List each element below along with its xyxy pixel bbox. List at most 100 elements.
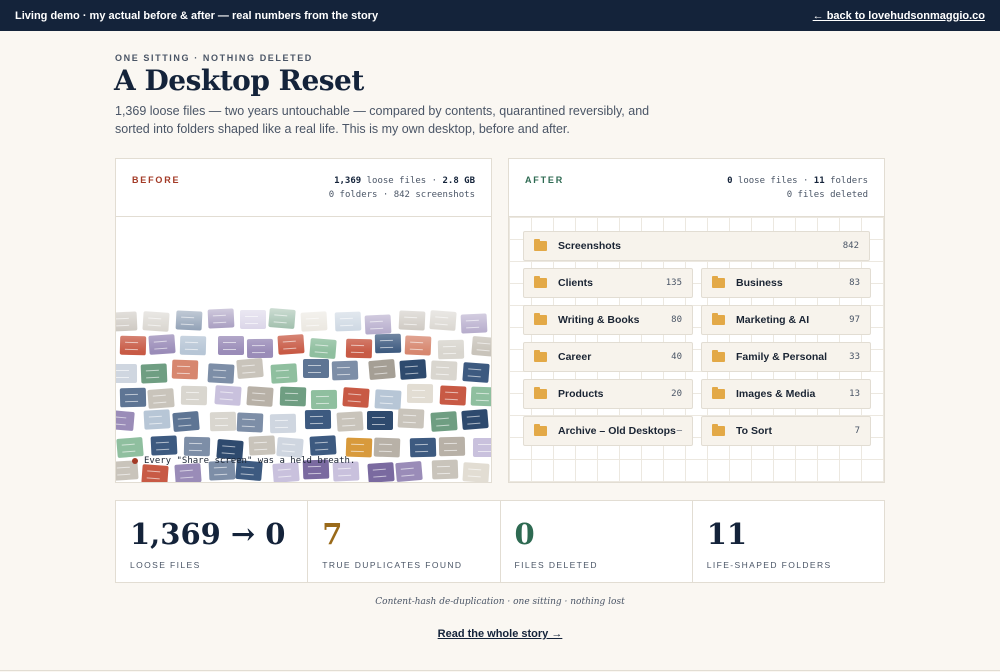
folder-item[interactable]: Family & Personal 33 xyxy=(701,342,871,372)
file-thumbnail xyxy=(439,385,467,406)
folder-count: 33 xyxy=(849,352,860,362)
folder-count: 40 xyxy=(671,352,682,362)
stat-cell: 7 TRUE DUPLICATES FOUND xyxy=(308,501,501,582)
stat-value: 1,369 → 0 xyxy=(130,517,286,551)
folder-name: Business xyxy=(736,277,783,289)
after-panel: AFTER 0 loose files · 11 folders 0 files… xyxy=(508,158,885,483)
file-thumbnail xyxy=(276,436,304,459)
folder-name: Marketing & AI xyxy=(736,314,810,326)
folder-item[interactable]: Products 20 xyxy=(523,379,693,409)
file-thumbnail xyxy=(174,463,202,482)
file-pile xyxy=(116,217,491,482)
file-thumbnail xyxy=(406,383,434,404)
after-file-count: 0 xyxy=(727,176,733,186)
folder-icon xyxy=(534,424,547,436)
stat-cell: 0 FILES DELETED xyxy=(501,501,693,582)
file-thumbnail xyxy=(119,387,147,408)
story-link-wrap: Read the whole story → xyxy=(0,628,1000,640)
folder-name: To Sort xyxy=(736,425,772,437)
folder-icon xyxy=(534,239,547,251)
folder-item[interactable]: Marketing & AI 97 xyxy=(701,305,871,335)
folder-icon xyxy=(534,350,547,362)
folder-name: Family & Personal xyxy=(736,351,828,363)
after-label: AFTER xyxy=(525,175,564,185)
file-thumbnail xyxy=(147,388,175,409)
folder-count: 80 xyxy=(671,315,682,325)
folder-item[interactable]: Screenshots 842 xyxy=(523,231,870,261)
file-thumbnail xyxy=(302,358,330,379)
stat-cell: 11 LIFE-SHAPED FOLDERS xyxy=(693,501,884,582)
file-thumbnail xyxy=(183,436,211,457)
file-thumbnail xyxy=(172,410,200,433)
file-thumbnail xyxy=(438,436,466,457)
stat-value: 0 xyxy=(514,517,535,551)
folder-count: 13 xyxy=(849,389,860,399)
after-stat-line2: 0 files deleted xyxy=(786,190,868,200)
before-stat-line2: 0 folders · 842 screenshots xyxy=(328,190,475,200)
stat-cell: 1,369 → 0 LOOSE FILES xyxy=(116,501,309,582)
file-thumbnail xyxy=(366,410,394,431)
read-story-link[interactable]: Read the whole story → xyxy=(438,628,563,640)
file-thumbnail xyxy=(397,408,425,429)
file-thumbnail xyxy=(430,360,458,381)
folder-item[interactable]: Career 40 xyxy=(523,342,693,372)
file-thumbnail xyxy=(116,363,138,384)
file-thumbnail xyxy=(462,362,490,383)
folder-item[interactable]: To Sort 7 xyxy=(701,416,871,446)
file-thumbnail xyxy=(279,386,307,407)
folder-count: 97 xyxy=(849,315,860,325)
folder-icon xyxy=(712,276,725,288)
folder-icon xyxy=(712,313,725,325)
file-thumbnail xyxy=(374,389,402,410)
file-thumbnail xyxy=(180,385,208,406)
folder-item[interactable]: Writing & Books 80 xyxy=(523,305,693,335)
folder-count: – xyxy=(676,426,682,436)
folder-name: Products xyxy=(558,388,604,400)
file-thumbnail xyxy=(470,386,491,407)
file-thumbnail xyxy=(269,413,297,434)
file-thumbnail xyxy=(116,436,144,459)
folder-icon xyxy=(712,387,725,399)
back-link[interactable]: ← back to lovehudsonmaggio.co xyxy=(813,10,985,22)
after-folder-count: 11 xyxy=(813,176,825,186)
stat-value: 11 xyxy=(706,517,748,551)
file-thumbnail xyxy=(368,358,396,381)
file-thumbnail xyxy=(209,411,237,432)
folder-item[interactable]: Business 83 xyxy=(701,268,871,298)
file-thumbnail xyxy=(207,363,235,384)
folder-count: 842 xyxy=(842,241,859,251)
folder-name: Clients xyxy=(558,277,594,289)
file-thumbnail xyxy=(342,387,370,408)
after-panel-header: AFTER 0 loose files · 11 folders 0 files… xyxy=(509,159,884,217)
footnote: Content-hash de-duplication · one sittin… xyxy=(375,597,625,607)
file-thumbnail xyxy=(395,460,423,482)
folder-icon xyxy=(534,387,547,399)
stat-label: LOOSE FILES xyxy=(130,560,201,570)
folder-name: Screenshots xyxy=(558,240,622,252)
folder-item[interactable]: Images & Media 13 xyxy=(701,379,871,409)
file-thumbnail xyxy=(270,363,298,384)
folder-icon xyxy=(712,424,725,436)
folder-name: Images & Media xyxy=(736,388,816,400)
folder-item[interactable]: Archive – Old Desktops – xyxy=(523,416,693,446)
page-title: A Desktop Reset xyxy=(114,64,364,97)
file-thumbnail xyxy=(430,411,458,432)
file-thumbnail xyxy=(141,464,169,482)
eyebrow: ONE SITTING · NOTHING DELETED xyxy=(115,53,313,63)
file-thumbnail xyxy=(399,359,427,380)
stat-label: FILES DELETED xyxy=(514,560,598,570)
stat-value: 7 xyxy=(322,517,343,551)
file-thumbnail xyxy=(431,459,459,480)
folder-name: Career xyxy=(558,351,592,363)
file-thumbnail xyxy=(309,435,337,456)
before-file-count: 1,369 xyxy=(334,176,362,186)
file-thumbnail xyxy=(171,359,199,380)
file-thumbnail xyxy=(310,389,338,410)
file-thumbnail xyxy=(472,437,491,458)
folder-count: 20 xyxy=(671,389,682,399)
folder-icon xyxy=(534,313,547,325)
folder-count: 83 xyxy=(849,278,860,288)
file-thumbnail xyxy=(367,462,395,482)
folder-name: Archive – Old Desktops xyxy=(558,425,676,437)
folder-item[interactable]: Clients 135 xyxy=(523,268,693,298)
